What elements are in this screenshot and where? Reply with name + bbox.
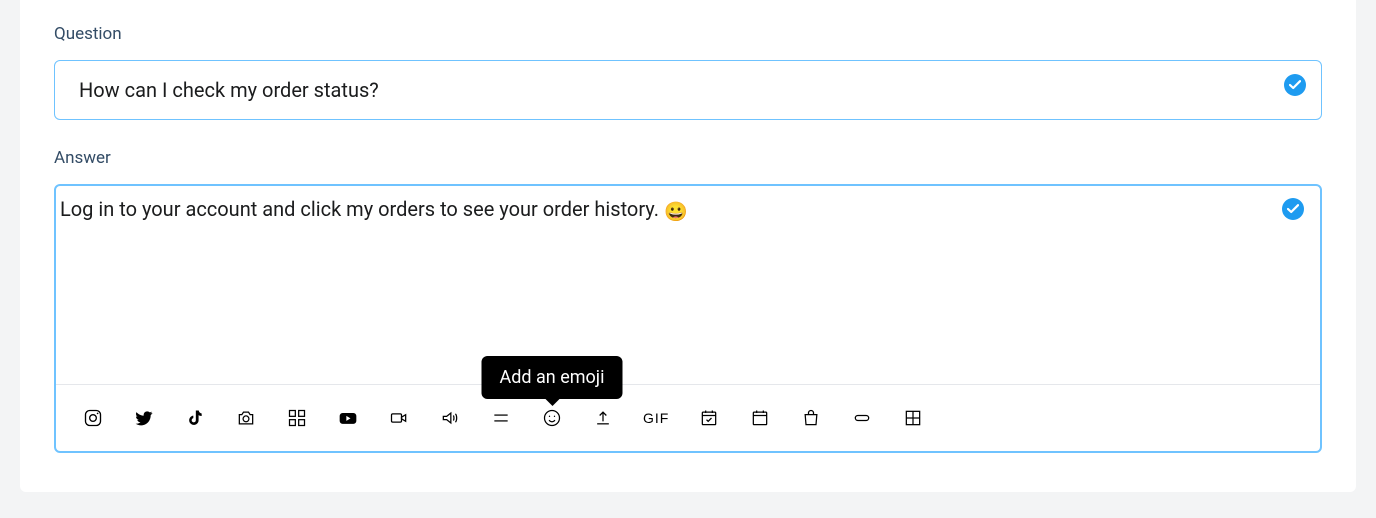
upload-icon[interactable]: [592, 407, 614, 429]
answer-valid-check-icon: [1282, 198, 1304, 220]
answer-text: Log in to your account and click my orde…: [60, 197, 664, 221]
camera-icon[interactable]: [235, 407, 257, 429]
shopping-bag-icon[interactable]: [800, 407, 822, 429]
calendar-check-icon[interactable]: [698, 407, 720, 429]
gif-icon[interactable]: GIF: [643, 407, 669, 429]
tiktok-icon[interactable]: [184, 407, 206, 429]
youtube-icon[interactable]: [337, 407, 359, 429]
answer-label: Answer: [54, 148, 1322, 168]
grid-icon[interactable]: [286, 407, 308, 429]
twitter-icon[interactable]: [133, 407, 155, 429]
audio-icon[interactable]: [439, 407, 461, 429]
question-label: Question: [54, 24, 1322, 44]
divider-icon[interactable]: [490, 407, 512, 429]
editor-card: Question Answer Log in to your account a…: [20, 0, 1356, 492]
table-icon[interactable]: [902, 407, 924, 429]
question-input[interactable]: [54, 60, 1322, 120]
answer-textarea[interactable]: Log in to your account and click my orde…: [56, 186, 1320, 384]
calendar-icon[interactable]: [749, 407, 771, 429]
emoji-icon[interactable]: Add an emoji: [541, 407, 563, 429]
answer-editor: Log in to your account and click my orde…: [54, 184, 1322, 453]
answer-toolbar: Add an emoji GIF: [56, 384, 1320, 451]
question-valid-check-icon: [1284, 74, 1306, 96]
pill-icon[interactable]: [851, 407, 873, 429]
emoji-tooltip: Add an emoji: [482, 356, 623, 399]
answer-emoji: 😀: [664, 200, 688, 223]
gif-label: GIF: [643, 410, 669, 426]
instagram-icon[interactable]: [82, 407, 104, 429]
video-icon[interactable]: [388, 407, 410, 429]
question-field-wrapper: [54, 60, 1322, 120]
